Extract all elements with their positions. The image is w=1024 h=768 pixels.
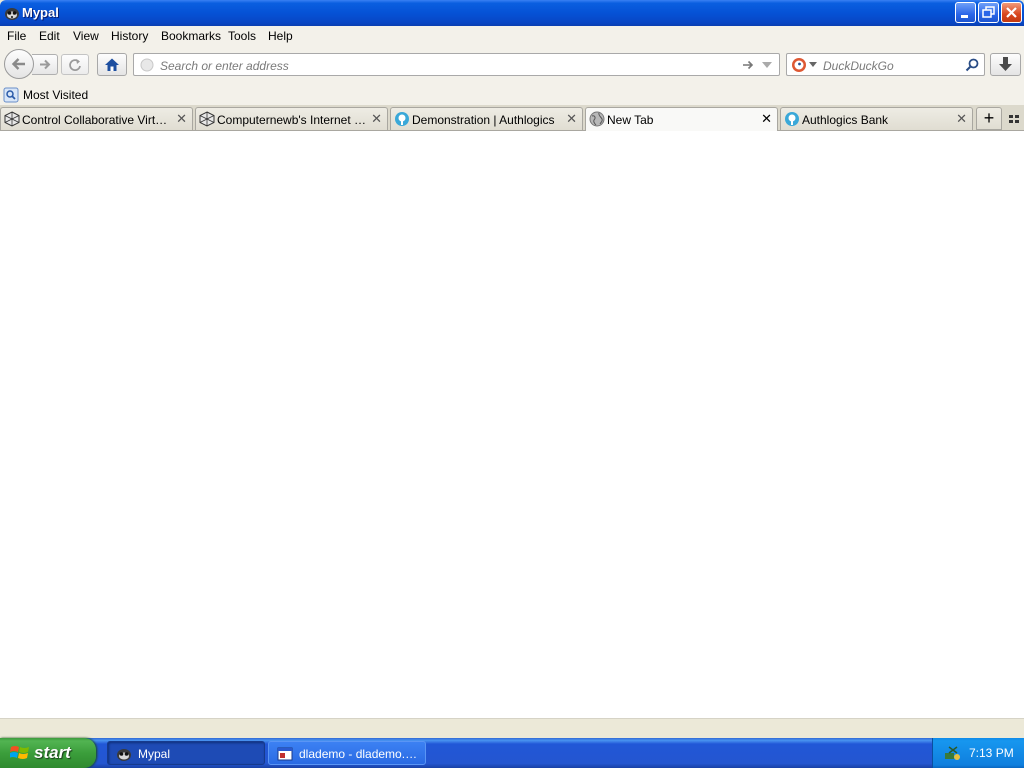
taskbar-item-label: dlademo - dlademo.a... — [299, 747, 419, 761]
close-icon — [1006, 7, 1017, 18]
restore-icon — [982, 6, 995, 18]
tab-close-icon[interactable]: ✕ — [566, 111, 577, 127]
network-status-icon[interactable] — [943, 744, 961, 762]
tab-new-tab[interactable]: New Tab ✕ — [585, 107, 778, 131]
back-button[interactable] — [4, 49, 34, 79]
search-icon[interactable] — [965, 58, 979, 72]
page-content[interactable] — [0, 131, 1024, 718]
minimize-icon — [961, 15, 968, 18]
start-label: start — [34, 743, 71, 762]
search-bar[interactable] — [786, 53, 985, 76]
tab-close-icon[interactable]: ✕ — [761, 111, 772, 127]
taskbar-item-dlademo[interactable]: dlademo - dlademo.a... — [268, 741, 426, 765]
search-input[interactable] — [821, 56, 963, 75]
reload-button[interactable] — [61, 54, 89, 75]
navigation-toolbar — [0, 46, 1024, 84]
list-all-tabs-icon[interactable] — [1007, 112, 1021, 126]
status-bar — [0, 718, 1024, 739]
start-button[interactable]: start — [0, 738, 96, 768]
tab-label: New Tab — [607, 113, 654, 127]
menu-bookmarks[interactable]: Bookmarks — [161, 29, 221, 43]
tab-close-icon[interactable]: ✕ — [956, 111, 967, 127]
menu-tools[interactable]: Tools — [228, 29, 256, 43]
globe-icon — [589, 111, 605, 127]
taskbar-item-mypal[interactable]: Mypal — [107, 741, 265, 765]
tab-control-collaborative-virtual[interactable]: Control Collaborative Virtual ... ✕ — [0, 107, 193, 130]
window-titlebar[interactable]: Mypal — [0, 0, 1024, 26]
bookmarks-toolbar: Most Visited — [0, 84, 1024, 105]
search-engine-dropdown-icon[interactable] — [809, 62, 817, 68]
clock[interactable]: 7:13 PM — [969, 746, 1014, 760]
authlogics-icon — [785, 112, 799, 126]
system-tray: 7:13 PM — [932, 738, 1024, 768]
history-dropdown-icon[interactable] — [761, 60, 773, 70]
bookmark-label: Most Visited — [23, 88, 89, 102]
tab-label: Demonstration | Authlogics — [412, 113, 555, 127]
address-input[interactable] — [158, 56, 732, 75]
restore-button[interactable] — [978, 2, 999, 23]
mypal-app-icon — [117, 749, 131, 761]
mypal-app-icon — [5, 8, 19, 20]
menu-bar: File Edit View History Bookmarks Tools H… — [0, 26, 1024, 47]
downloads-button[interactable] — [990, 53, 1021, 76]
application-window-icon — [277, 747, 293, 761]
back-arrow-icon — [11, 58, 25, 70]
menu-file[interactable]: File — [7, 29, 26, 43]
menu-edit[interactable]: Edit — [39, 29, 60, 43]
menu-history[interactable]: History — [111, 29, 148, 43]
tab-label: Authlogics Bank — [802, 113, 889, 127]
window-title: Mypal — [22, 5, 59, 20]
windows-logo-icon — [10, 746, 29, 759]
tab-label: Control Collaborative Virtual ... — [22, 113, 172, 127]
identity-globe-icon — [140, 58, 154, 72]
tab-close-icon[interactable]: ✕ — [176, 111, 187, 127]
go-arrow-icon[interactable] — [741, 58, 755, 72]
virtual-desktop-icon — [199, 111, 215, 127]
home-button[interactable] — [97, 53, 127, 76]
duckduckgo-icon[interactable] — [791, 57, 807, 73]
new-tab-button[interactable]: + — [976, 107, 1002, 130]
tab-label: Computernewb's Internet Pu... — [217, 113, 367, 127]
minimize-button[interactable] — [955, 2, 976, 23]
folder-search-icon — [3, 87, 19, 103]
virtual-desktop-icon — [4, 111, 20, 127]
tab-demonstration-authlogics[interactable]: Demonstration | Authlogics ✕ — [390, 107, 583, 130]
forward-button[interactable] — [32, 54, 58, 75]
taskbar-item-label: Mypal — [138, 747, 171, 761]
forward-arrow-icon — [40, 59, 51, 70]
tab-computernewb-internet[interactable]: Computernewb's Internet Pu... ✕ — [195, 107, 388, 130]
menu-view[interactable]: View — [73, 29, 99, 43]
windows-taskbar: start Mypal dlademo - dlademo.a... 7:13 … — [0, 738, 1024, 768]
tab-authlogics-bank[interactable]: Authlogics Bank ✕ — [780, 107, 973, 130]
download-arrow-icon — [999, 57, 1012, 71]
tab-strip: Control Collaborative Virtual ... ✕ Comp… — [0, 105, 1024, 131]
tab-close-icon[interactable]: ✕ — [371, 111, 382, 127]
reload-icon — [69, 59, 81, 71]
authlogics-icon — [395, 112, 409, 126]
menu-help[interactable]: Help — [268, 29, 293, 43]
plus-icon: + — [983, 108, 995, 128]
address-bar[interactable] — [133, 53, 780, 76]
home-icon — [105, 58, 119, 71]
close-window-button[interactable] — [1001, 2, 1022, 23]
